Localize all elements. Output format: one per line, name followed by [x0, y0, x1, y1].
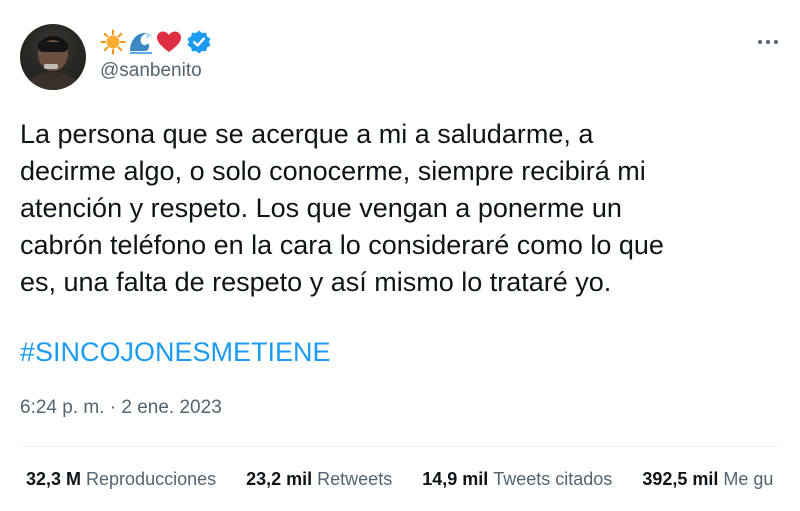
meta-separator: ·: [109, 397, 117, 418]
more-horizontal-icon[interactable]: [752, 30, 784, 54]
author-handle[interactable]: @sanbenito: [100, 59, 202, 83]
tweet-time[interactable]: 6:24 p. m.: [20, 397, 105, 418]
tweet-stats: 32,3 M Reproducciones 23,2 mil Retweets …: [26, 467, 800, 491]
stat-value: 32,3 M: [26, 469, 82, 489]
stat-value: 392,5 mil: [642, 469, 719, 489]
tweet-text-line: decirme algo, o solo conocerme, siempre …: [20, 156, 646, 186]
stat-label: Tweets citados: [493, 469, 613, 489]
tweet-text-line: atención y respeto. Los que vengan a pon…: [20, 193, 622, 223]
verified-badge-icon: [186, 29, 212, 55]
stat-views[interactable]: 32,3 M Reproducciones: [26, 467, 216, 491]
tweet-timestamp[interactable]: 6:24 p. m. · 2 ene. 2023: [20, 396, 222, 420]
divider: [20, 446, 780, 447]
stat-likes[interactable]: 392,5 mil Me gu: [642, 467, 773, 491]
stat-value: 14,9 mil: [422, 469, 489, 489]
stat-retweets[interactable]: 23,2 mil Retweets: [246, 467, 392, 491]
water-wave-emoji-icon: [128, 29, 154, 55]
sun-emoji-icon: [100, 29, 126, 55]
stat-quote-tweets[interactable]: 14,9 mil Tweets citados: [422, 467, 612, 491]
display-name[interactable]: [100, 26, 212, 58]
tweet-text-line: cabrón teléfono en la cara lo considerar…: [20, 230, 664, 260]
tweet-detail: @sanbenito La persona que se acerque a m…: [0, 0, 800, 511]
avatar[interactable]: [20, 24, 86, 90]
stat-value: 23,2 mil: [246, 469, 313, 489]
tweet-text-line: La persona que se acerque a mi a saludar…: [20, 119, 594, 149]
stat-label: Me gu: [723, 469, 774, 489]
stat-label: Reproducciones: [86, 469, 217, 489]
tweet-date[interactable]: 2 ene. 2023: [121, 397, 221, 418]
stat-label: Retweets: [317, 469, 393, 489]
red-heart-emoji-icon: [156, 29, 182, 55]
hashtag-link[interactable]: #SINCOJONESMETIENE: [20, 334, 331, 371]
tweet-text-line: es, una falta de respeto y así mismo lo …: [20, 267, 612, 297]
tweet-text: La persona que se acerque a mi a saludar…: [20, 116, 780, 301]
